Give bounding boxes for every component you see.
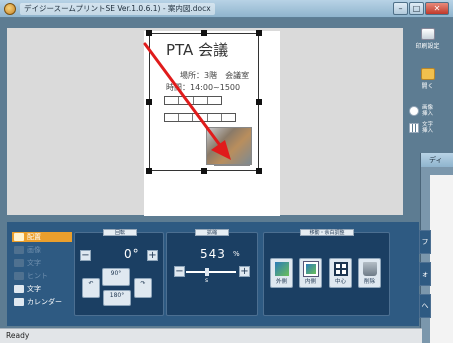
status-text: Ready <box>6 331 30 340</box>
menu-item-calendar[interactable]: カレンダー <box>12 297 72 307</box>
rotate-right-button[interactable]: ↷ <box>134 278 152 298</box>
menu-item-label: 文字 <box>27 259 41 267</box>
scale-slider[interactable] <box>186 271 236 273</box>
align-center-label: 中心 <box>334 279 346 285</box>
layout-icon <box>14 233 24 241</box>
scale-decrease-button[interactable]: − <box>174 266 185 277</box>
hint-icon <box>14 272 24 280</box>
align-outer-label: 外側 <box>275 279 287 285</box>
edge-tabs: フ ォ へ <box>419 226 431 320</box>
text-icon <box>14 259 24 267</box>
print-settings-label: 印刷設定 <box>415 43 440 50</box>
scale-unit: % <box>233 250 241 258</box>
printer-icon <box>420 28 435 40</box>
open-label: 開く <box>421 83 434 90</box>
rotation-value: 0° <box>124 247 140 261</box>
menu-item-hint[interactable]: ヒント <box>12 271 72 281</box>
image-insert-icon <box>409 106 419 116</box>
open-button[interactable]: 開く <box>405 68 450 90</box>
right-toolbar: 印刷設定 開く 画像 挿入 文字 挿入 <box>405 28 450 150</box>
menu-item-layout[interactable]: 配置 <box>12 232 72 242</box>
scale-label: 拡縮 <box>195 229 229 236</box>
edge-tab-1[interactable]: フ <box>419 230 431 254</box>
scale-value: 543 <box>200 247 226 261</box>
status-bar: Ready <box>0 328 422 343</box>
calendar-icon <box>14 298 24 306</box>
insert-text-label: 文字 挿入 <box>422 122 434 134</box>
rotate-180-button[interactable]: 180° <box>103 290 131 306</box>
edge-tab-2[interactable]: ォ <box>419 262 431 286</box>
delete-button[interactable]: 削除 <box>358 258 381 288</box>
text-tool-icon <box>14 285 24 293</box>
rotation-decrease-button[interactable]: − <box>80 250 91 261</box>
rotate-90-label: 90° <box>110 270 122 277</box>
center-align-icon <box>334 262 348 276</box>
slider-center-mark: s <box>205 277 209 284</box>
align-inner-label: 内側 <box>304 279 316 285</box>
edge-tab-3[interactable]: へ <box>419 294 431 318</box>
rotate-left-icon: ↶ <box>88 280 94 287</box>
align-center-button[interactable]: 中心 <box>329 258 352 288</box>
insert-image-label: 画像 挿入 <box>422 105 434 117</box>
menu-item-label: カレンダー <box>27 298 62 306</box>
text-insert-icon <box>409 123 419 133</box>
rotate-90-button[interactable]: 90° <box>102 268 130 286</box>
outer-align-icon <box>275 262 289 276</box>
insert-image-button[interactable]: 画像 挿入 <box>409 105 433 117</box>
menu-item-image[interactable]: 画像 <box>12 245 72 255</box>
rotation-increase-button[interactable]: + <box>147 250 158 261</box>
scale-slider-thumb[interactable] <box>205 268 209 276</box>
insert-text-button[interactable]: 文字 挿入 <box>409 122 433 134</box>
print-settings-button[interactable]: 印刷設定 <box>405 28 450 50</box>
inner-align-icon <box>303 261 319 277</box>
menu-item-label: 画像 <box>27 246 41 254</box>
menu-item-text[interactable]: 文字 <box>12 258 72 268</box>
image-icon <box>14 246 24 254</box>
rotate-left-button[interactable]: ↶ <box>82 278 100 298</box>
scale-increase-button[interactable]: + <box>239 266 250 277</box>
align-outer-button[interactable]: 外側 <box>270 258 293 288</box>
rotate-180-label: 180° <box>109 292 125 299</box>
menu-item-label: 配置 <box>27 233 41 241</box>
rotate-right-icon: ↷ <box>140 280 146 287</box>
alignment-label: 移動・余白調整 <box>300 229 354 236</box>
rotation-label: 回転 <box>103 229 137 236</box>
folder-icon <box>420 68 435 80</box>
align-inner-button[interactable]: 内側 <box>299 258 322 288</box>
secondary-window-body <box>430 175 453 343</box>
menu-item-label: ヒント <box>27 272 48 280</box>
menu-item-text-tool[interactable]: 文字 <box>12 284 72 294</box>
secondary-window-title: ディ <box>421 153 453 167</box>
trash-icon <box>363 262 377 276</box>
menu-item-label: 文字 <box>27 285 41 293</box>
side-menu: 配置 画像 文字 ヒント 文字 カレンダー <box>12 232 72 310</box>
delete-label: 削除 <box>363 279 375 285</box>
